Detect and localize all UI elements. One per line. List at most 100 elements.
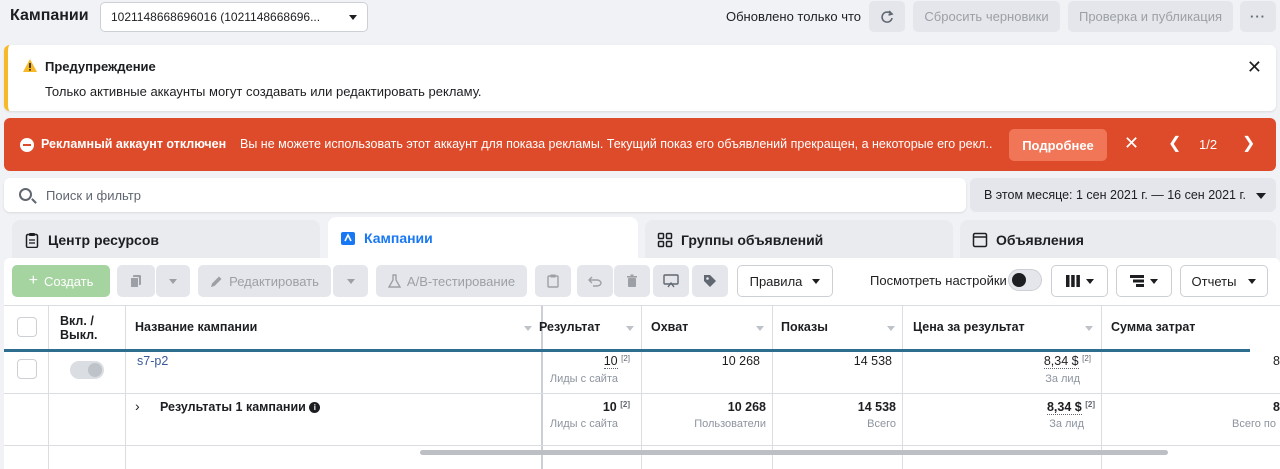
clipboard-button[interactable] [535,265,571,297]
chevron-left-icon[interactable]: ❮ [1168,133,1181,153]
clipboard-icon [547,274,559,288]
ab-test-label: A/B-тестирование [406,273,516,289]
account-disabled-banner: Рекламный аккаунт отключен Вы не можете … [4,118,1276,171]
total-spend-cell: 8 [1273,400,1280,414]
rules-label: Правила [749,273,803,289]
total-result-value: 10 [602,400,617,414]
cpr-type: За лид [1045,373,1080,385]
error-icon [20,138,34,152]
row-divider [4,393,1280,394]
impressions-column-header[interactable]: Показы [781,320,828,334]
tab-label: Объявления [996,232,1084,248]
campaigns-table: Вкл. / Выкл. Название кампании Результат… [4,305,1280,469]
cpr-column-header[interactable]: Цена за результат [913,320,1025,334]
error-title: Рекламный аккаунт отключен [41,137,227,151]
cpr-value: 8,34 $ [1043,354,1079,369]
view-settings-label: Посмотреть настройки [870,273,1007,288]
tab-campaigns[interactable]: Кампании [328,217,638,260]
total-result-type: Лиды с сайта [549,418,618,430]
horizontal-scrollbar[interactable] [420,450,1168,455]
impressions-cell: 14 538 [853,354,892,368]
chevron-down-icon [812,278,821,284]
result-type: Лиды с сайта [549,373,618,385]
toggle-column-header: Вкл. / Выкл. [60,314,98,342]
result-column-header[interactable]: Результат [539,320,600,334]
warning-icon [23,59,37,72]
sort-icon[interactable] [1085,326,1093,331]
error-text: Вы не можете использовать этот аккаунт д… [240,137,992,151]
duplicate-button[interactable] [117,265,155,297]
edit-dropdown[interactable] [333,265,368,297]
export-icon [663,274,679,288]
sort-icon[interactable] [626,326,634,331]
date-range-picker[interactable]: В этом месяце: 1 сен 2021 г. — 16 сен 20… [970,178,1276,212]
sort-icon[interactable] [524,326,532,331]
edit-button[interactable]: Редактировать [198,265,331,297]
refresh-button[interactable] [869,1,905,32]
reach-column-header[interactable]: Охват [651,320,688,334]
campaign-toggle[interactable] [70,361,104,379]
page-title: Кампании [10,7,89,24]
footnote-marker: [2] [620,400,630,409]
total-cpr-type: За лид [1049,418,1084,430]
chevron-right-icon[interactable]: ❯ [1242,133,1255,153]
flask-icon [387,274,401,288]
total-impressions-type: Всего [867,418,896,430]
spend-cell: 8 [1273,354,1280,368]
ab-test-button[interactable]: A/B-тестирование [376,265,527,297]
top-bar: Кампании 1021148668696016 (1021148668696… [0,0,1280,34]
row-checkbox[interactable] [17,359,37,379]
reports-dropdown[interactable]: Отчеты [1180,265,1268,297]
row-divider [4,445,1280,446]
pencil-icon [211,276,222,287]
total-cpr-value: 8,34 $ [1046,400,1082,415]
chevron-right-icon[interactable]: › [135,398,140,414]
chevron-down-icon [169,278,177,284]
chevron-down-icon [1150,278,1158,284]
create-button[interactable]: + Создать [12,265,110,297]
chevron-down-icon [349,15,357,20]
tab-adsets[interactable]: Группы объявлений [645,220,953,260]
ad-icon [972,232,988,248]
reset-drafts-button[interactable]: Сбросить черновики [913,1,1060,32]
close-icon[interactable]: ✕ [1124,133,1139,154]
tag-icon [704,275,716,287]
duplicate-dropdown[interactable] [156,265,190,297]
tag-button[interactable] [692,265,728,297]
sort-icon[interactable] [887,326,895,331]
sort-icon[interactable] [756,326,764,331]
spend-column-header[interactable]: Сумма затрат [1111,320,1195,334]
search-bar [4,178,966,212]
footnote-marker: [2] [1082,354,1091,363]
undo-button[interactable] [577,265,613,297]
close-icon[interactable]: ✕ [1247,57,1262,78]
rules-dropdown[interactable]: Правила [737,265,833,297]
reports-label: Отчеты [1191,273,1237,289]
chevron-down-icon [1248,278,1257,284]
tab-resources[interactable]: Центр ресурсов [12,220,320,260]
review-publish-button[interactable]: Проверка и публикация [1068,1,1233,32]
breakdown-dropdown[interactable] [1116,265,1172,297]
update-status: Обновлено только что [726,9,862,24]
tab-label: Центр ресурсов [48,232,159,248]
select-all-checkbox[interactable] [17,317,37,337]
copy-icon [130,275,141,288]
totals-label: Результаты 1 кампании i [160,400,321,414]
totals-label-text: Результаты 1 кампании [160,400,306,414]
view-settings-toggle[interactable] [1008,269,1042,291]
tab-ads[interactable]: Объявления [960,220,1276,260]
breakdown-icon [1130,275,1144,287]
export-button[interactable] [653,265,689,297]
more-options-button[interactable]: ··· [1240,1,1276,32]
learn-more-button[interactable]: Подробнее [1009,129,1107,161]
undo-icon [588,276,602,287]
search-input[interactable] [46,178,946,212]
total-impressions-cell: 14 538 [857,400,896,414]
info-icon[interactable]: i [309,402,321,414]
total-reach-cell: 10 268 [727,400,766,414]
name-column-header[interactable]: Название кампании [135,320,257,334]
account-select[interactable]: 1021148668696016 (1021148668696... [100,2,368,32]
campaign-name-link[interactable]: s7-p2 [137,354,168,368]
columns-dropdown[interactable] [1051,265,1108,297]
delete-button[interactable] [614,265,650,297]
